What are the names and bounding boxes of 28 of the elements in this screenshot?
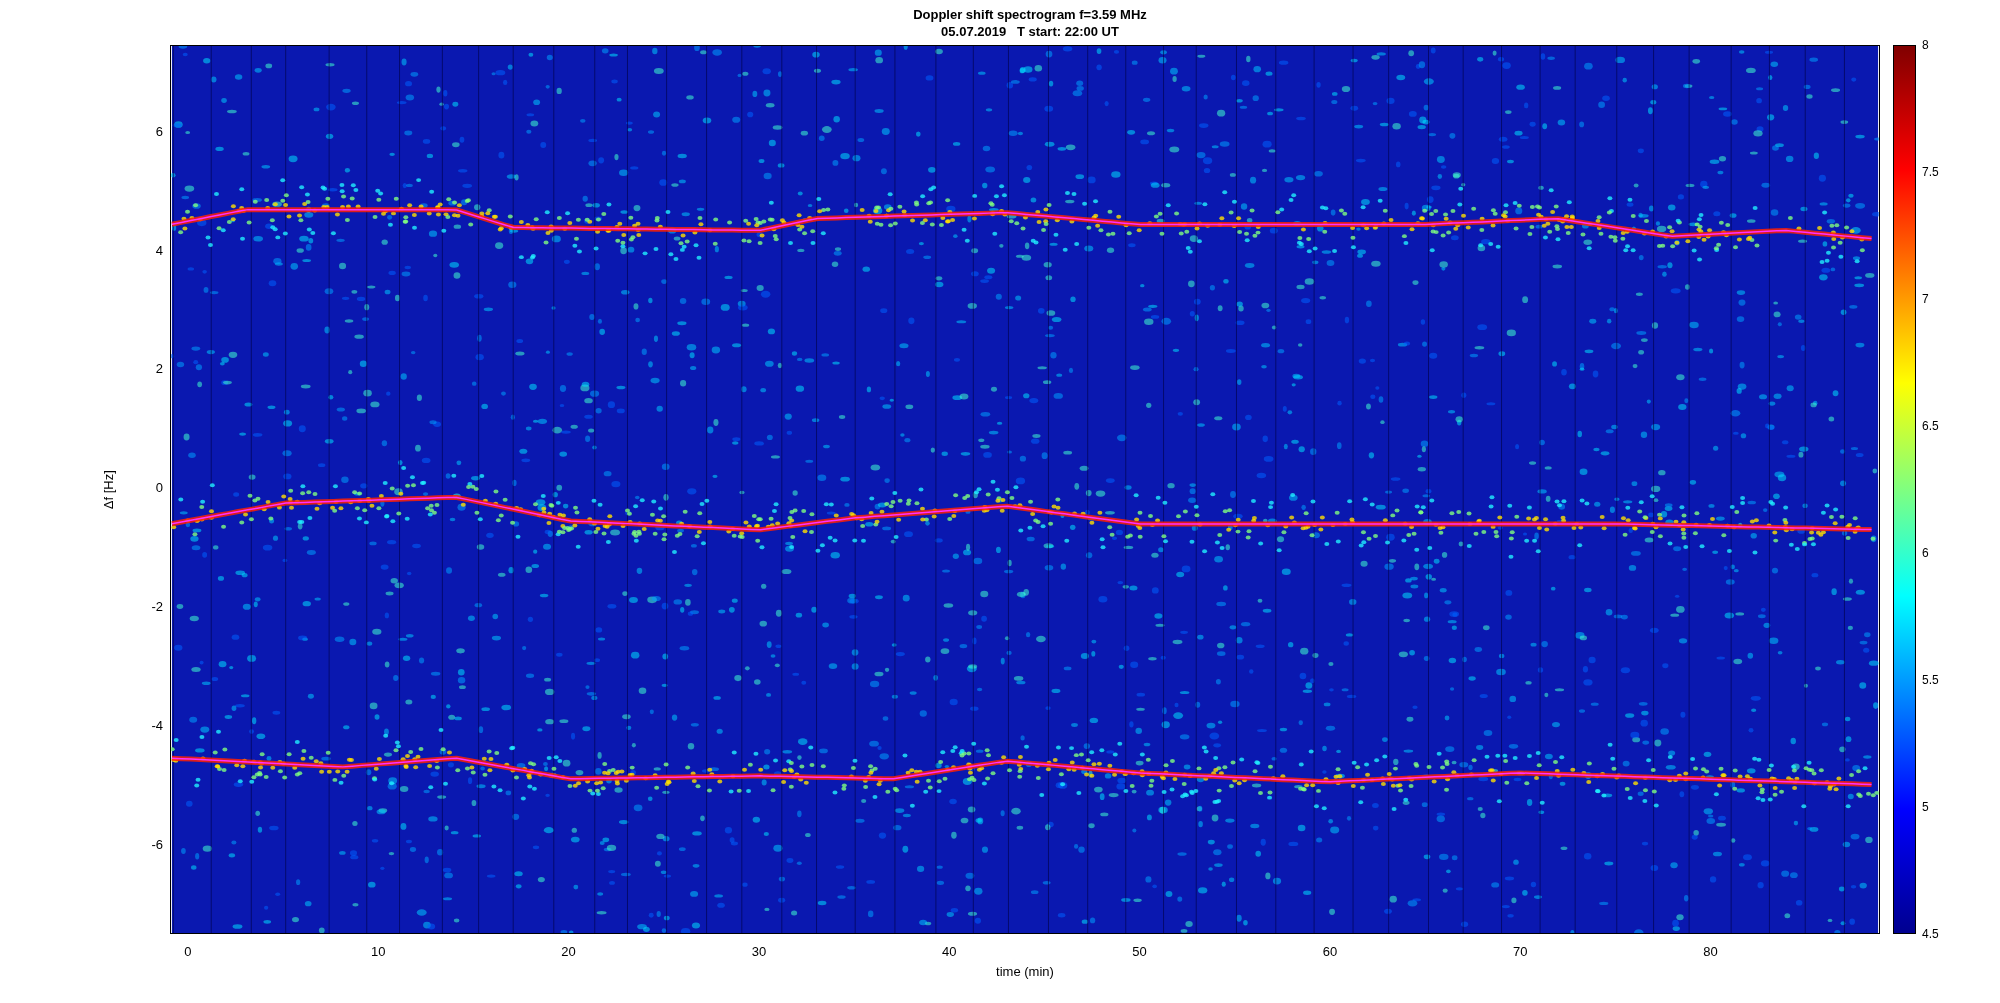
chart-title: 05.07.2019 T start: 22:00 UT xyxy=(941,22,1119,40)
axis-tick-label: -4 xyxy=(151,717,163,736)
axis-tick-label: 2 xyxy=(155,360,163,379)
axis-tick-label: 40 xyxy=(942,943,957,961)
axis-tick-label: 60 xyxy=(1322,943,1338,961)
colorbar-tick-label: 7.5 xyxy=(1922,164,1939,181)
axis-tick-label: 70 xyxy=(1513,943,1528,961)
chart-title: Doppler shift spectrogram f=3.59 MHz xyxy=(913,5,1147,23)
axis-tick-label: -6 xyxy=(151,836,163,855)
axis-tick-label: 30 xyxy=(751,943,767,961)
axis-tick-label: 6 xyxy=(155,123,163,141)
colorbar-tick-label: 6 xyxy=(1922,545,1929,562)
axis-label: Δf [Hz] xyxy=(99,470,117,509)
axis-tick-label: 80 xyxy=(1703,943,1718,961)
axis-tick-label: 10 xyxy=(371,943,386,961)
colorbar-tick-label: 8 xyxy=(1922,37,1929,54)
axis-tick-label: 20 xyxy=(561,943,576,961)
colorbar-tick-label: 5 xyxy=(1922,799,1929,816)
colorbar-tick-label: 7 xyxy=(1922,291,1929,308)
axis-tick-label: 0 xyxy=(184,943,192,961)
colorbar-tick-label: 4.5 xyxy=(1922,926,1939,943)
colorbar-tick-label: 6.5 xyxy=(1922,418,1939,435)
axis-tick-label: 0 xyxy=(155,479,163,498)
axis-tick-label: -2 xyxy=(151,598,163,617)
axis-tick-label: 50 xyxy=(1132,943,1147,961)
axis-tick-label: 4 xyxy=(155,241,163,260)
axis-label: time (min) xyxy=(996,963,1054,981)
colorbar-tick-label: 5.5 xyxy=(1922,672,1939,689)
